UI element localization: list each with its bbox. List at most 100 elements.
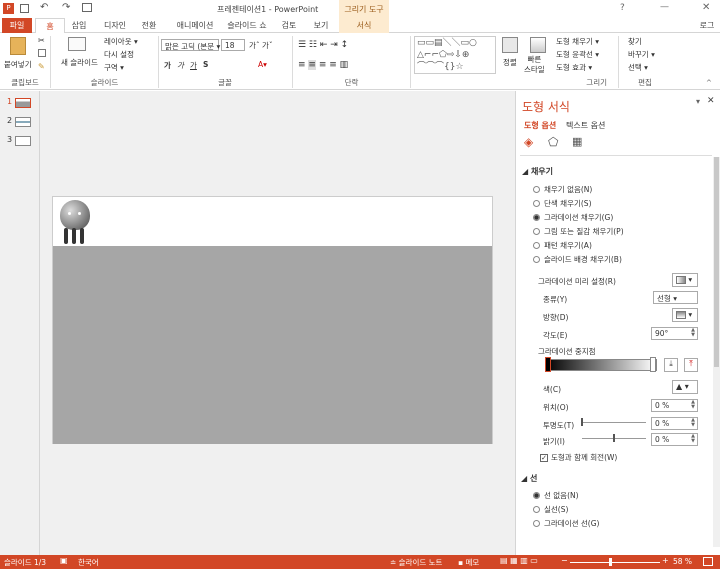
cut-icon[interactable]: ✂	[38, 36, 45, 45]
fill-gradient-option[interactable]: 그라데이션 채우기(G)	[533, 212, 613, 223]
language-indicator[interactable]: 한국어	[78, 557, 99, 568]
zoom-out-icon[interactable]: −	[561, 556, 568, 565]
line-gradient-option[interactable]: 그라데이션 선(G)	[533, 518, 599, 529]
paste-icon[interactable]	[10, 37, 26, 55]
select-button[interactable]: 선택 ▾	[628, 62, 648, 73]
zoom-thumb[interactable]	[609, 558, 612, 566]
fill-picture-option[interactable]: 그림 또는 질감 채우기(P)	[533, 226, 624, 237]
spinner-icon[interactable]: ▲ ▼	[689, 328, 697, 338]
add-stop-icon[interactable]: ⤓	[664, 358, 678, 372]
undo-icon[interactable]: ↶	[40, 2, 48, 13]
user-name[interactable]: 로그	[697, 20, 717, 31]
position-input[interactable]: 0 % ▲ ▼	[651, 399, 698, 412]
bullets-icon[interactable]: ☰ ☷ ⇤ ⇥ ↕	[298, 40, 348, 50]
size-properties-icon[interactable]: ▦	[572, 135, 582, 148]
tab-review[interactable]: 검토	[278, 20, 300, 31]
slider-thumb[interactable]	[613, 434, 615, 442]
angle-input[interactable]: 90° ▲ ▼	[651, 327, 698, 340]
tab-shape-options[interactable]: 도형 옵션	[524, 120, 556, 131]
slide-thumbnail[interactable]	[15, 136, 31, 146]
bold-icon[interactable]: 가	[164, 60, 171, 71]
spellcheck-icon[interactable]: ▣	[60, 556, 68, 565]
fill-solid-option[interactable]: 단색 채우기(S)	[533, 198, 592, 209]
remove-stop-icon[interactable]: ⤒	[684, 358, 698, 372]
direction-picker[interactable]: ▾	[672, 308, 698, 322]
quick-styles-button[interactable]: 빠른 스타일	[524, 55, 545, 75]
find-button[interactable]: 찾기	[628, 36, 642, 47]
shape-fill-button[interactable]: 도형 채우기 ▾	[556, 36, 599, 47]
radio[interactable]	[533, 256, 540, 263]
line-solid-option[interactable]: 실선(S)	[533, 504, 568, 515]
gradient-stops-bar[interactable]	[545, 359, 657, 371]
line-none-option[interactable]: 선 없음(N)	[533, 490, 579, 501]
section-button[interactable]: 구역 ▾	[104, 62, 124, 73]
radio[interactable]	[533, 492, 540, 499]
tab-transitions[interactable]: 전환	[138, 20, 160, 31]
align-icons[interactable]: ≡ ≡ ≡ ≡ ▥	[298, 60, 348, 70]
comments-button[interactable]: ▪ 메모	[458, 557, 479, 568]
tab-file[interactable]: 파일	[2, 18, 32, 33]
rotate-with-shape-checkbox[interactable]: ✓ 도형과 함께 회전(W)	[540, 452, 617, 463]
format-painter-icon[interactable]: ✎	[38, 62, 45, 71]
arrange-button[interactable]: 정렬	[503, 57, 517, 68]
radio[interactable]	[533, 186, 540, 193]
gradient-rectangle[interactable]	[53, 246, 492, 444]
shadow-icon[interactable]: S	[203, 60, 208, 69]
brightness-input[interactable]: 0 % ▲ ▼	[651, 433, 698, 446]
reset-button[interactable]: 다시 설정	[104, 49, 134, 60]
copy-icon[interactable]	[38, 49, 46, 57]
tab-text-options[interactable]: 텍스트 옵션	[566, 120, 605, 131]
slider-thumb[interactable]	[581, 418, 583, 426]
font-size-select[interactable]: 18	[221, 39, 245, 51]
type-select[interactable]: 선형 ▾	[653, 291, 698, 304]
radio[interactable]	[533, 520, 540, 527]
shapes-gallery[interactable]: ▭▭▤＼＼▭○ △⌐⌐⬠⇨⇩⊕ ⌒⌒⌒{}☆	[414, 36, 496, 74]
spinner-icon[interactable]: ▲ ▼	[689, 400, 697, 410]
tab-design[interactable]: 디자인	[101, 20, 129, 31]
view-buttons[interactable]: ▤ ▦ ▥ ▭	[500, 556, 538, 565]
font-name-select[interactable]: 맑은 고딕 (본문 ▾	[161, 39, 220, 51]
new-slide-icon[interactable]	[68, 37, 86, 51]
fit-slide-icon[interactable]	[703, 557, 713, 566]
redo-icon[interactable]: ↷	[62, 2, 70, 13]
radio[interactable]	[533, 228, 540, 235]
tab-slideshow[interactable]: 슬라이드 쇼	[226, 20, 268, 31]
fill-background-option[interactable]: 슬라이드 배경 채우기(B)	[533, 254, 622, 265]
fill-section-header[interactable]: ◢ 채우기	[522, 166, 553, 177]
close-icon[interactable]: ✕	[702, 2, 710, 13]
tab-insert[interactable]: 삽입	[68, 20, 90, 31]
effects-icon[interactable]: ⬠	[548, 135, 558, 149]
paste-button[interactable]: 붙여넣기	[4, 59, 32, 70]
tab-format[interactable]: 서식	[339, 18, 389, 33]
help-icon[interactable]: ?	[620, 3, 625, 13]
close-icon[interactable]: ✕	[707, 96, 715, 106]
font-grow-icon[interactable]: 가ˆ 가ˇ	[249, 40, 273, 51]
color-picker[interactable]: ▲ ▾	[672, 380, 698, 394]
character-image[interactable]	[56, 200, 92, 246]
pane-options-icon[interactable]: ▾	[696, 97, 700, 106]
shape-effects-button[interactable]: 도형 효과 ▾	[556, 62, 592, 73]
italic-icon[interactable]: 가	[177, 60, 184, 71]
checkbox-icon[interactable]: ✓	[540, 454, 548, 462]
tab-animations[interactable]: 애니메이션	[170, 20, 220, 31]
underline-icon[interactable]: 가	[190, 60, 197, 71]
zoom-slider[interactable]	[570, 562, 660, 563]
zoom-in-icon[interactable]: +	[662, 556, 669, 565]
new-slide-button[interactable]: 새 슬라이드	[61, 57, 98, 68]
selected-shape[interactable]	[53, 197, 492, 246]
shape-outline-button[interactable]: 도형 윤곽선 ▾	[556, 49, 599, 60]
radio[interactable]	[533, 242, 540, 249]
spinner-icon[interactable]: ▲ ▼	[689, 418, 697, 428]
fill-line-icon[interactable]: ◈	[524, 135, 533, 149]
radio[interactable]	[533, 214, 540, 221]
slideshow-icon[interactable]	[82, 3, 92, 12]
notes-button[interactable]: ≐ 슬라이드 노트	[390, 557, 442, 568]
font-color-icon[interactable]: A▾	[258, 60, 267, 69]
tab-view[interactable]: 보기	[310, 20, 332, 31]
fill-none-option[interactable]: 채우기 없음(N)	[533, 184, 592, 195]
spinner-icon[interactable]: ▲ ▼	[689, 434, 697, 444]
transparency-input[interactable]: 0 % ▲ ▼	[651, 417, 698, 430]
scrollbar[interactable]	[713, 157, 720, 547]
radio[interactable]	[533, 200, 540, 207]
slide-thumbnail[interactable]	[15, 98, 31, 108]
